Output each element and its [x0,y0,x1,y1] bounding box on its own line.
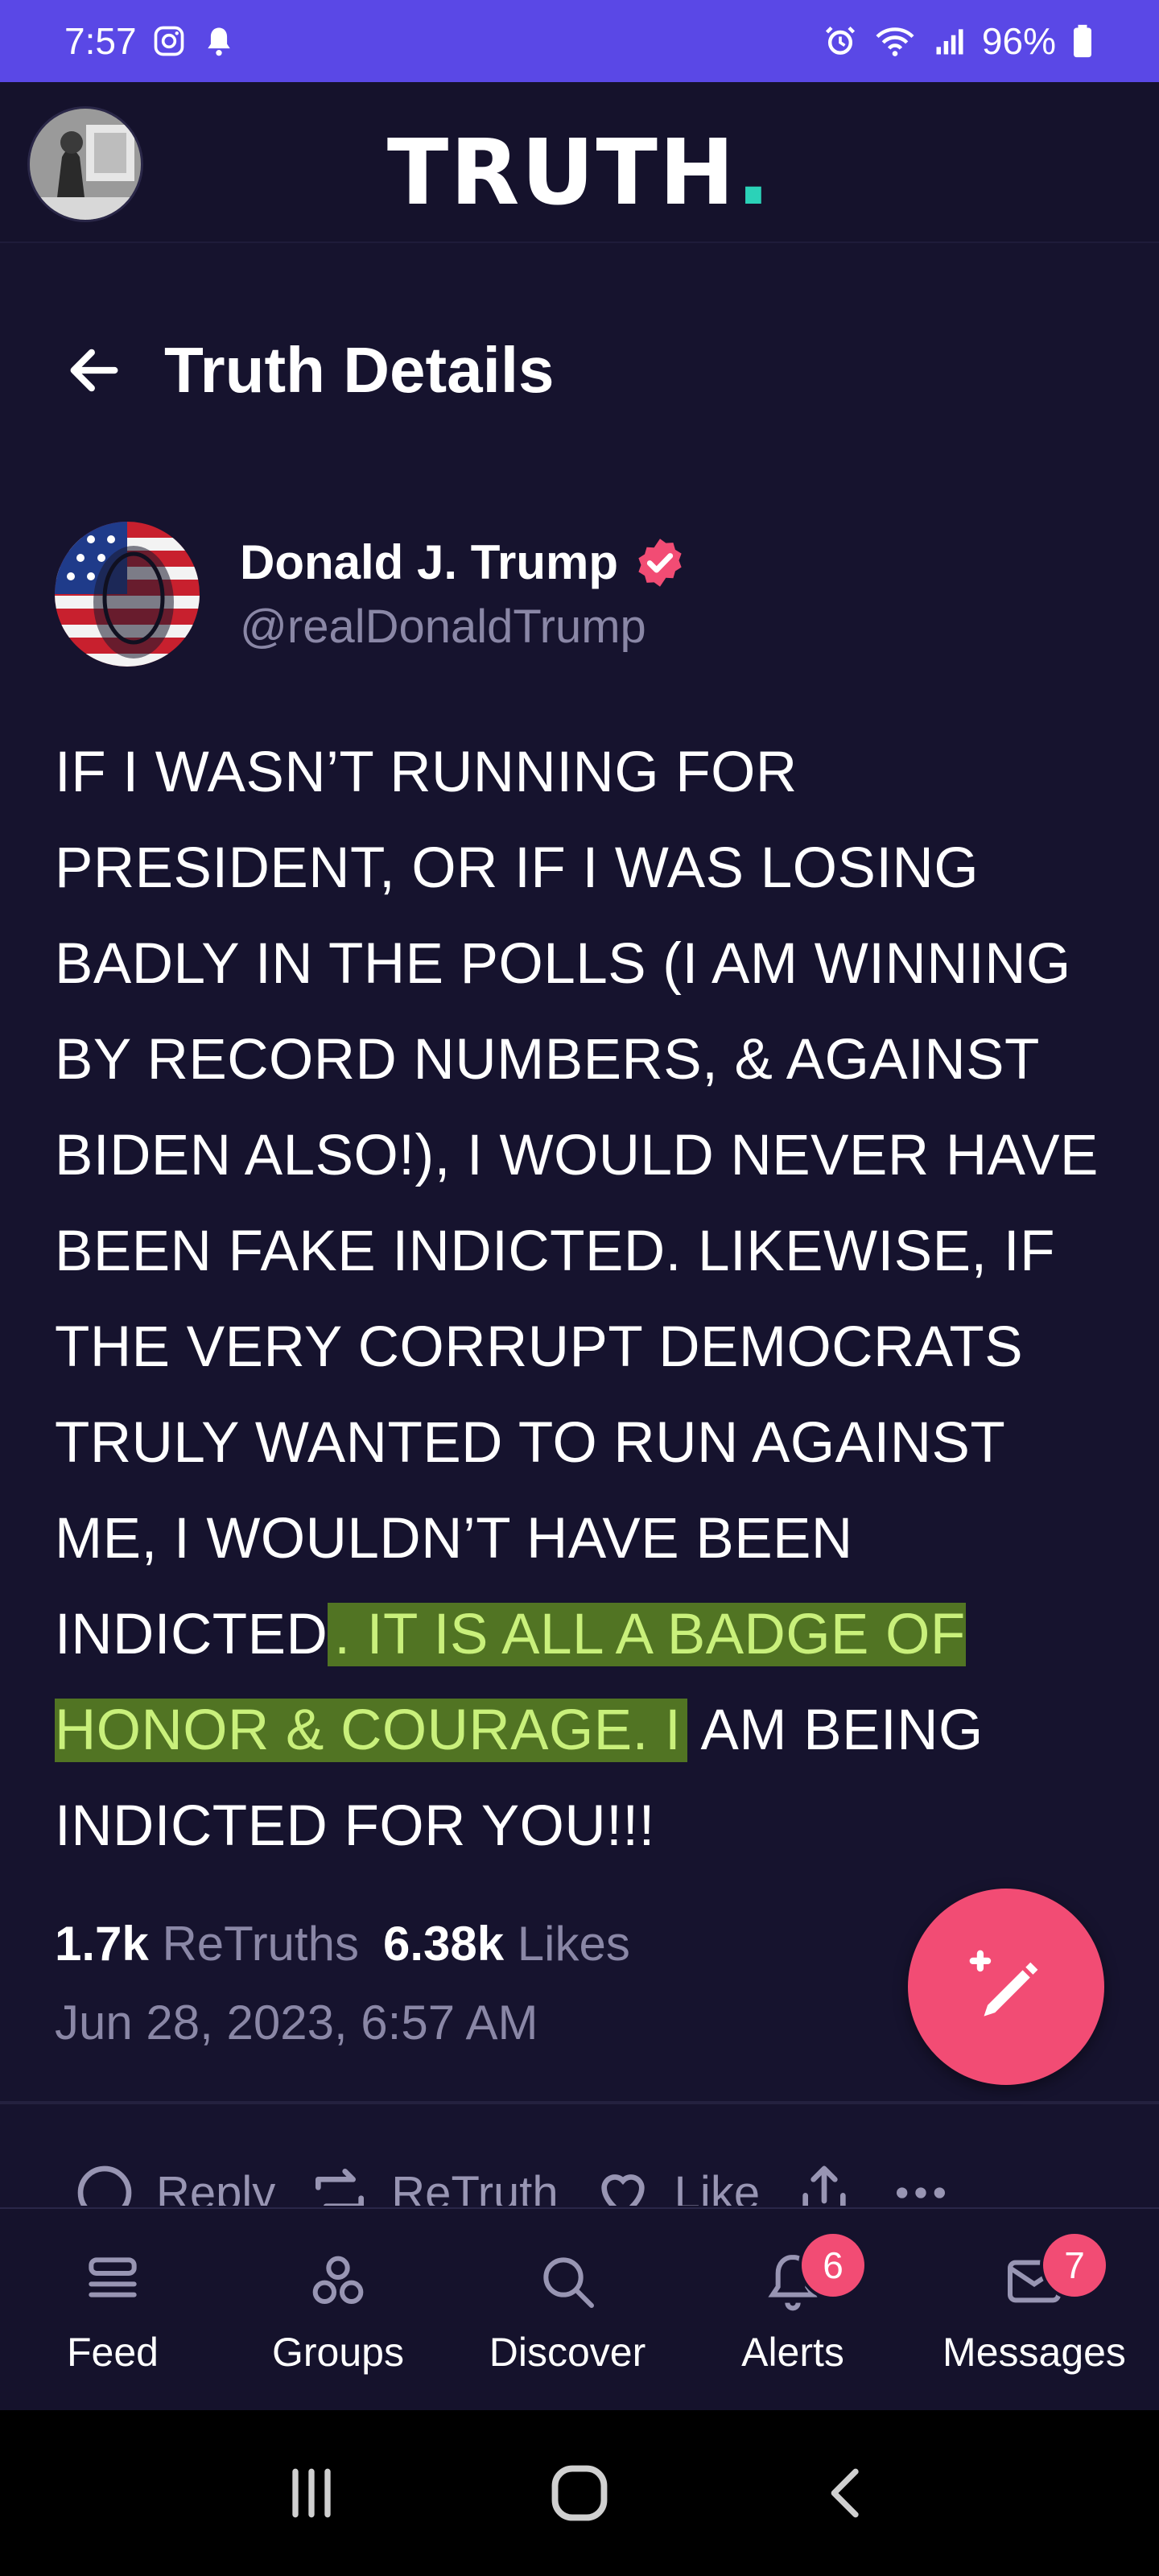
like-button[interactable]: Like [591,2161,760,2206]
nav-item-feed[interactable]: Feed [32,2209,193,2412]
status-bar: 7:57 96% [0,0,1159,82]
post-text-part-1: IF I WASN’T RUNNING FOR PRESIDENT, OR IF… [55,741,1099,1666]
post-stats: 1.7k ReTruths 6.38k Likes [55,1916,630,1971]
retruths-count: 1.7k [55,1917,149,1971]
notification-bell-icon [207,27,230,56]
retruths-stat[interactable]: 1.7k ReTruths [55,1916,359,1971]
alerts-icon-wrap: 6 [757,2231,868,2318]
arrow-left-icon [70,349,118,392]
title-row: Truth Details [0,322,1159,419]
nav-item-discover[interactable]: Discover [475,2209,660,2412]
logo-dot: . [736,121,773,225]
verified-badge-icon [638,538,682,587]
nav-label-messages: Messages [942,2330,1126,2375]
search-icon [543,2257,594,2308]
recent-apps-icon [291,2468,331,2518]
reply-label: Reply [156,2166,276,2207]
author-avatar[interactable] [55,522,200,667]
logo-text: TRUTH [386,121,736,225]
divider [0,2101,1159,2104]
author-text: Donald J. Trump @realDonaldTrump [240,535,687,654]
retruth-icon [316,2169,365,2206]
more-options-button[interactable] [889,2161,953,2206]
battery-percent: 96% [981,20,1056,62]
likes-stat[interactable]: 6.38k Likes [383,1916,630,1971]
nav-label-discover: Discover [489,2330,646,2375]
retruth-button[interactable]: ReTruth [307,2161,559,2207]
share-button[interactable] [792,2161,856,2206]
reply-icon [77,2165,132,2206]
more-dots-icon [897,2187,946,2198]
nav-label-alerts: Alerts [741,2330,844,2375]
likes-count: 6.38k [382,1917,505,1971]
heart-icon [601,2174,645,2206]
likes-label: Likes [517,1917,630,1971]
nav-label-feed: Feed [67,2330,159,2375]
post-date: Jun 28, 2023, 6:57 AM [55,1996,538,2050]
feed-icon [89,2257,137,2297]
battery-icon [1074,24,1091,58]
home-button[interactable] [539,2453,620,2533]
alerts-badge: 6 [798,2231,868,2300]
reply-button[interactable]: Reply [72,2161,275,2206]
system-navigation-bar [0,2410,1159,2576]
groups-icon [312,2256,364,2304]
compose-button[interactable] [908,1889,1104,2085]
nav-item-messages[interactable]: 7 Messages [926,2209,1143,2412]
truth-logo: TRUTH. [0,121,1159,225]
nav-item-groups[interactable]: Groups [258,2209,419,2412]
post-actions-row: Reply ReTruth Like [72,2161,953,2206]
discover-icon-wrap [531,2245,604,2318]
messages-icon-wrap: 7 [998,2231,1109,2318]
app-header: TRUTH. [0,82,1159,243]
groups-icon-wrap [302,2245,374,2318]
alarm-icon [825,26,855,55]
share-icon [802,2165,846,2206]
nav-label-groups: Groups [272,2330,404,2375]
status-right: 96% [823,19,1095,63]
like-label: Like [674,2166,761,2207]
chevron-left-icon [831,2468,859,2518]
instagram-icon [154,26,184,56]
wifi-icon [876,27,914,56]
post-actions: Reply ReTruth Like [0,2141,1159,2206]
retruth-label: ReTruth [391,2166,559,2207]
post-author: Donald J. Trump @realDonaldTrump [55,522,1101,667]
status-left: 7:57 [64,19,237,63]
retruths-label: ReTruths [162,1917,359,1971]
author-handle[interactable]: @realDonaldTrump [240,600,687,654]
author-name-row: Donald J. Trump [240,535,687,590]
feed-icon-wrap [76,2245,149,2318]
author-name[interactable]: Donald J. Trump [240,535,618,590]
system-back-button[interactable] [807,2453,888,2533]
home-icon [551,2465,608,2521]
compose-pencil-icon [969,1950,1038,2017]
post-text: IF I WASN’T RUNNING FOR PRESIDENT, OR IF… [55,724,1117,1874]
page-title: Truth Details [164,334,555,406]
status-time: 7:57 [64,20,137,62]
bottom-navigation: Feed Groups Discover 6 Alerts 7 Messages [0,2207,1159,2410]
messages-badge: 7 [1040,2231,1109,2300]
back-button[interactable] [61,337,127,403]
recent-apps-button[interactable] [271,2453,352,2533]
nav-item-alerts[interactable]: 6 Alerts [712,2209,873,2412]
author-avatar-image [55,522,200,667]
signal-icon [936,29,963,55]
